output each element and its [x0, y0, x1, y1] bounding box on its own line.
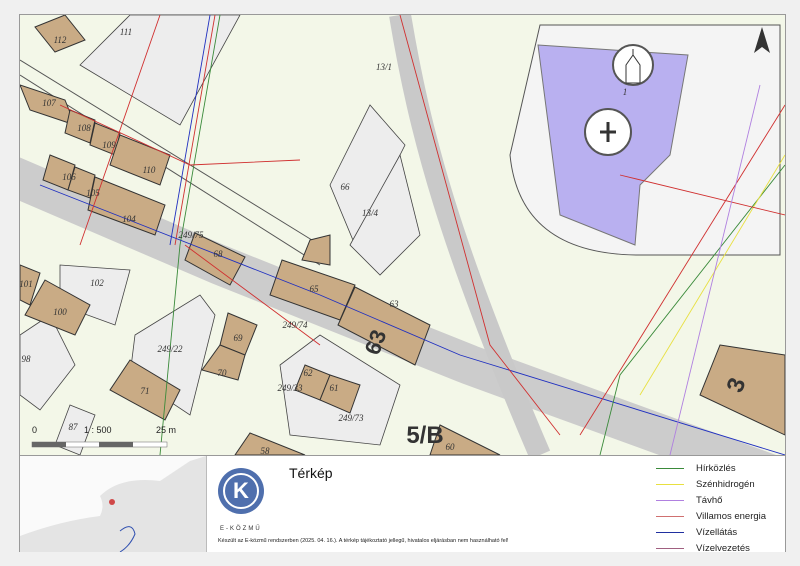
parcel-label: 111 [120, 27, 132, 37]
legend-line-icon [656, 515, 684, 517]
parcel-label: 104 [122, 214, 136, 224]
parcel-label: 106 [62, 172, 76, 182]
parcel-label: 65 [310, 284, 320, 294]
legend: Hírközlés Szénhidrogén Távhő Villamos en… [656, 460, 766, 556]
parcel-label: 13/4 [362, 208, 379, 218]
scale-start: 0 [32, 425, 38, 435]
parcel-label: 249/22 [157, 344, 183, 354]
parcel-label: 58 [261, 446, 271, 455]
parcel-label: 60 [446, 442, 456, 452]
legend-item: Vízelvezetés [656, 540, 766, 556]
parcel-label: 13/1 [376, 62, 392, 72]
legend-line-icon [656, 547, 684, 549]
map-view[interactable]: 112 111 107 108 109 110 106 105 104 102 … [20, 15, 785, 455]
legend-label: Szénhidrogén [696, 478, 755, 490]
parcel-label: 62 [304, 368, 314, 378]
legend-item: Villamos energia [656, 508, 766, 524]
map-footer: K E-KÖZMŰ Térkép Készült az E-közmű rend… [20, 455, 785, 554]
parcel-label: 87 [69, 422, 79, 432]
map-title: Térkép [289, 465, 333, 481]
parcel-label: 66 [341, 182, 351, 192]
legend-item: Szénhidrogén [656, 476, 766, 492]
legend-label: Távhő [696, 494, 723, 506]
brand-name: E-KÖZMŰ [220, 526, 262, 532]
parcel-label: 69 [234, 333, 244, 343]
parcel-label: 249/74 [282, 320, 308, 330]
parcel-label: 68 [214, 249, 224, 259]
parcel-label: 249/75 [178, 230, 204, 240]
overview-map[interactable] [20, 456, 207, 552]
map-canvas[interactable]: 112 111 107 108 109 110 106 105 104 102 … [20, 15, 785, 455]
legend-line-icon [656, 531, 684, 533]
legend-label: Villamos energia [696, 510, 767, 522]
scale-end: 25 m [156, 425, 177, 435]
parcel-label: 101 [20, 279, 33, 289]
scale-ratio: 1 : 500 [84, 425, 112, 435]
parcel-label: 70 [218, 368, 228, 378]
legend-line-icon [656, 483, 684, 485]
parcel-label: 249/73 [338, 413, 364, 423]
legend-item: Vízellátás [656, 524, 766, 540]
location-marker [109, 499, 115, 505]
parcel-label: 108 [77, 123, 91, 133]
parcel-label: 105 [86, 188, 100, 198]
legend-label: Hírközlés [696, 462, 736, 474]
parcel-label: 249/33 [277, 383, 303, 393]
parcel-label: 109 [102, 140, 116, 150]
legend-label: Vízellátás [696, 526, 738, 538]
parcel-label: 110 [143, 165, 156, 175]
parcel-label: 98 [22, 354, 32, 364]
legend-line-icon [656, 499, 684, 501]
parcel-label: 102 [90, 278, 104, 288]
parcel-label: 112 [54, 35, 67, 45]
parcel-label: 71 [141, 386, 150, 396]
parcel-label: 107 [42, 98, 56, 108]
legend-line-icon [656, 467, 684, 469]
parcel-label: 1 [623, 87, 628, 97]
legend-item: Távhő [656, 492, 766, 508]
parcel-label: 100 [53, 307, 67, 317]
disclaimer: Készült az E-közmű rendszerben (2025. 04… [218, 538, 509, 544]
parcel-label: 61 [330, 383, 339, 393]
logo-letter: K [223, 473, 259, 509]
house-number: 5/B [406, 422, 443, 449]
e-kozmu-logo: K [218, 468, 264, 514]
map-print-frame: 112 111 107 108 109 110 106 105 104 102 … [19, 14, 786, 554]
legend-item: Hírközlés [656, 460, 766, 476]
road [389, 15, 551, 455]
legend-label: Vízelvezetés [696, 542, 750, 554]
parcel-label: 63 [390, 299, 400, 309]
